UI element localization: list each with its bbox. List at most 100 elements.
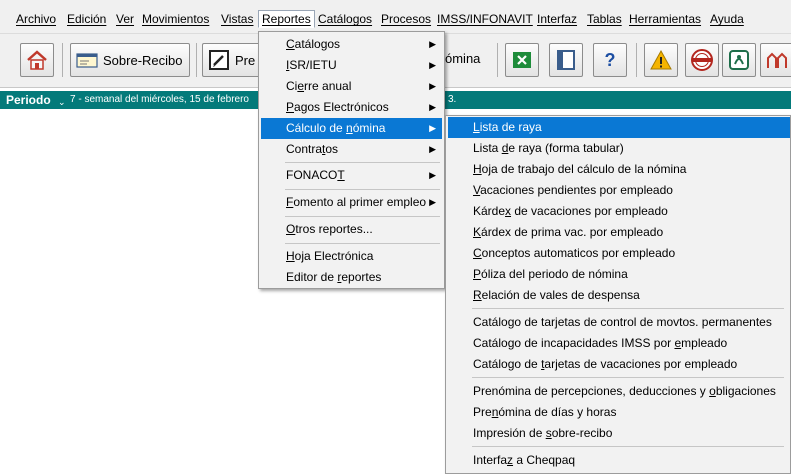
- panel-button[interactable]: [549, 43, 583, 77]
- menu-item-text: obre-recibo: [551, 426, 613, 440]
- menu-item-text: omento al primer empleo: [293, 195, 427, 209]
- menu-item-prenomina-percepciones[interactable]: Prenómina de percepciones, deducciones y…: [448, 381, 790, 402]
- menu-archivo[interactable]: Archivo: [13, 10, 59, 28]
- warning-button[interactable]: [644, 43, 678, 77]
- sobre-recibo-label: Sobre-Recibo: [103, 52, 183, 68]
- menu-item-hoja-electronica[interactable]: Hoja Electrónica: [261, 246, 442, 267]
- menu-item-prenomina-dias-horas[interactable]: Prenómina de días y horas: [448, 402, 790, 423]
- infonavit-logo-icon: [765, 48, 789, 72]
- menu-item-catalogo-incapacidades[interactable]: Catálogo de incapacidades IMSS por emple…: [448, 333, 790, 354]
- toolbar-separator: [62, 43, 63, 77]
- menu-item-catalogo-tarjetas-control[interactable]: Catálogo de tarjetas de control de movto…: [448, 312, 790, 333]
- toolbar-separator: [497, 43, 498, 77]
- menu-item-text: acaciones pendientes por empleado: [480, 183, 673, 197]
- submenu-arrow-icon: ▶: [429, 102, 436, 112]
- menu-item-editor-de-reportes[interactable]: Editor de reportes: [261, 267, 442, 288]
- menu-item-text: e raya (forma tabular): [508, 141, 624, 155]
- menu-catalogos[interactable]: Catálogos: [315, 10, 375, 28]
- menu-item-kardex-prima-vac[interactable]: Kárdex de prima vac. por empleado: [448, 222, 790, 243]
- menu-herramientas[interactable]: Herramientas: [626, 10, 704, 28]
- menu-item-text: FONACO: [286, 168, 338, 182]
- submenu-arrow-icon: ▶: [429, 197, 436, 207]
- warning-icon: [649, 48, 673, 72]
- menu-reportes[interactable]: Reportes: [258, 10, 315, 28]
- menu-item-catalogo-tarjetas-vacaciones[interactable]: Catálogo de tarjetas de vacaciones por e…: [448, 354, 790, 375]
- submenu-arrow-icon: ▶: [429, 123, 436, 133]
- menu-item-mnemonic: L: [473, 120, 480, 134]
- menu-item-conceptos-automaticos[interactable]: Conceptos automaticos por empleado: [448, 243, 790, 264]
- menu-item-text: oja de trabajo del cálculo de la nómina: [481, 162, 687, 176]
- menu-item-mnemonic: H: [473, 162, 482, 176]
- menu-item-text: a Cheqpaq: [513, 453, 576, 467]
- menu-item-text: Pre: [473, 405, 492, 419]
- menu-item-text: Impresión de: [473, 426, 546, 440]
- period-label[interactable]: Periodo: [6, 93, 51, 107]
- menu-item-text: rre anual: [304, 79, 352, 93]
- menu-item-fonacot[interactable]: FONACOT ▶: [261, 165, 442, 186]
- toolbar-separator: [636, 43, 637, 77]
- menu-item-mnemonic: o: [709, 384, 716, 398]
- menu-item-text: Catálogo de incapacidades IMSS por: [473, 336, 675, 350]
- menubar: Archivo Edición Ver Movimientos Vistas R…: [0, 0, 791, 34]
- menu-item-relacion-vales[interactable]: Relación de vales de despensa: [448, 285, 790, 306]
- menu-item-text: Interfa: [473, 453, 508, 467]
- menu-item-pagos-electronicos[interactable]: Pagos Electrónicos ▶: [261, 97, 442, 118]
- menu-item-poliza-periodo[interactable]: Póliza del periodo de nómina: [448, 264, 790, 285]
- menu-item-hoja-de-trabajo[interactable]: Hoja de trabajo del cálculo de la nómina: [448, 159, 790, 180]
- panel-icon: [554, 48, 578, 72]
- menu-item-text: Catálogo de tarjetas de control de movto…: [473, 315, 772, 329]
- menu-item-mnemonic: C: [286, 37, 295, 51]
- menu-item-vacaciones-pendientes[interactable]: Vacaciones pendientes por empleado: [448, 180, 790, 201]
- help-icon: ?: [604, 49, 616, 70]
- menu-item-fomento-primer-empleo[interactable]: Fomento al primer empleo ▶: [261, 192, 442, 213]
- menu-item-lista-de-raya[interactable]: Lista de raya: [448, 117, 790, 138]
- submenu-arrow-icon: ▶: [429, 170, 436, 180]
- imss-logo-icon: [727, 48, 751, 72]
- edit-sheet-icon: [207, 48, 231, 72]
- menu-ayuda[interactable]: Ayuda: [707, 10, 747, 28]
- menu-vistas[interactable]: Vistas: [218, 10, 256, 28]
- menu-movimientos[interactable]: Movimientos: [139, 10, 212, 28]
- sobre-recibo-button[interactable]: Sobre-Recibo: [70, 43, 190, 77]
- reportes-dropdown: Catálogos ▶ ISR/IETU ▶ Cierre anual ▶ Pagos…: [258, 31, 445, 289]
- menu-ver[interactable]: Ver: [113, 10, 137, 28]
- menu-item-kardex-vacaciones[interactable]: Kárdex de vacaciones por empleado: [448, 201, 790, 222]
- menu-item-text: atálogos: [294, 37, 341, 51]
- menu-item-isr-ietu[interactable]: ISR/IETU ▶: [261, 55, 442, 76]
- menu-item-otros-reportes[interactable]: Otros reportes...: [261, 219, 442, 240]
- menu-procesos[interactable]: Procesos: [378, 10, 434, 28]
- menu-imss-infonavit[interactable]: IMSS/INFONAVIT: [434, 10, 536, 28]
- menu-item-interfaz-cheqpaq[interactable]: Interfaz a Cheqpaq: [448, 450, 790, 471]
- menu-item-cierre-anual[interactable]: Cierre anual ▶: [261, 76, 442, 97]
- prenomina-button[interactable]: Pre: [202, 43, 262, 77]
- menu-item-text: ómina de días y horas: [498, 405, 617, 419]
- menu-item-mnemonic: C: [473, 246, 482, 260]
- home-button[interactable]: [20, 43, 54, 77]
- nomina-label: ómina: [445, 51, 481, 66]
- timbrar-stamp-icon: [690, 48, 714, 72]
- menu-separator: [285, 189, 440, 190]
- menu-separator: [285, 243, 440, 244]
- imss-button[interactable]: [722, 43, 756, 77]
- menu-item-text: tros reportes...: [295, 222, 373, 236]
- menu-item-text: onceptos automaticos por empleado: [481, 246, 676, 260]
- menu-interfaz[interactable]: Interfaz: [534, 10, 580, 28]
- timbrar-button[interactable]: [685, 43, 719, 77]
- menu-edicion[interactable]: Edición: [64, 10, 109, 28]
- menu-item-text: Prenómina de percepciones, deducciones y: [473, 384, 710, 398]
- menu-item-contratos[interactable]: Contratos ▶: [261, 139, 442, 160]
- menu-item-lista-de-raya-tabular[interactable]: Lista de raya (forma tabular): [448, 138, 790, 159]
- toolbar-separator: [196, 43, 197, 77]
- help-button[interactable]: ?: [593, 43, 627, 77]
- menu-item-mnemonic: P: [286, 100, 295, 114]
- menu-tablas[interactable]: Tablas: [584, 10, 625, 28]
- menu-item-text: arjetas de vacaciones por empleado: [544, 357, 738, 371]
- period-description-end: 3.: [448, 94, 457, 105]
- menu-item-calculo-de-nomina[interactable]: Cálculo de nómina ▶: [261, 118, 442, 139]
- menu-item-catalogos[interactable]: Catálogos ▶: [261, 34, 442, 55]
- infonavit-button[interactable]: [760, 43, 791, 77]
- excel-button[interactable]: [505, 43, 539, 77]
- menu-item-impresion-sobre-recibo[interactable]: Impresión de sobre-recibo: [448, 423, 790, 444]
- menu-item-text: Editor de: [286, 270, 338, 284]
- chevron-down-icon[interactable]: ⌄: [58, 97, 66, 108]
